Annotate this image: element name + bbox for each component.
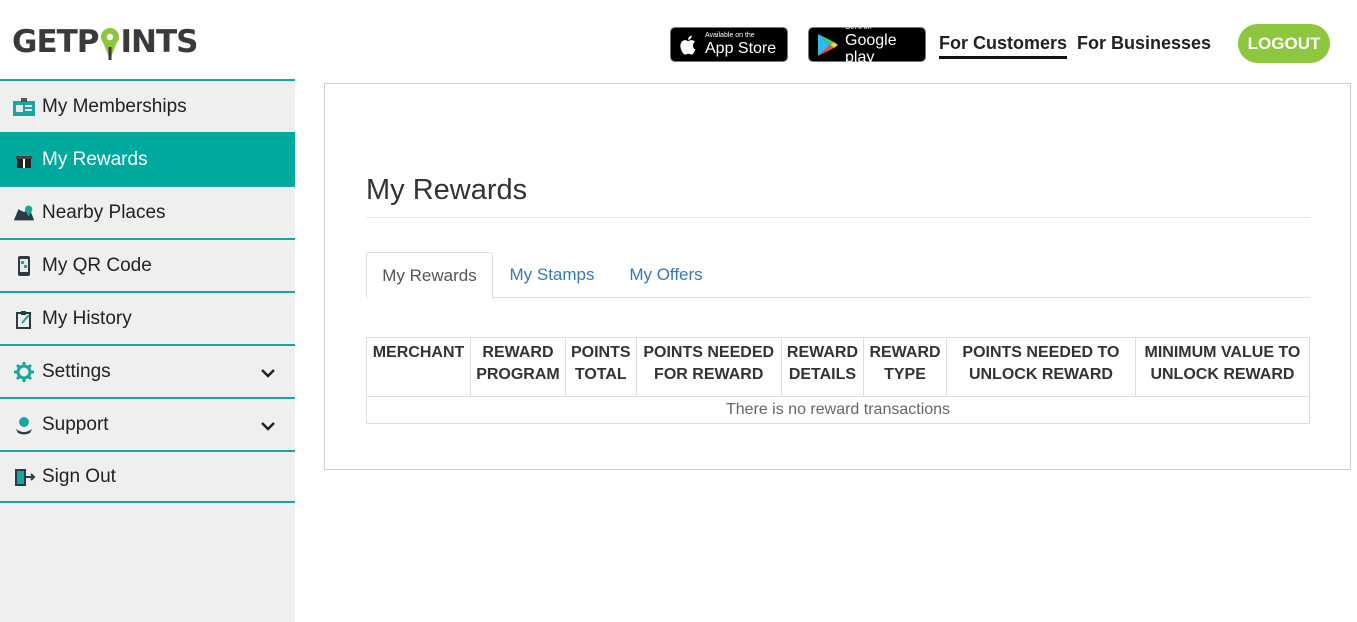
location-pin-icon	[100, 27, 120, 61]
logout-button[interactable]: LOGOUT	[1238, 24, 1330, 63]
sidebar-item-label: Settings	[42, 360, 111, 382]
rewards-table: MERCHANT REWARD PROGRAM POINTS TOTAL POI…	[366, 337, 1311, 424]
sidebar-item-my-memberships[interactable]: My Memberships	[0, 79, 295, 132]
column-header-points-needed-for-reward[interactable]: POINTS NEEDED FOR REWARD	[635, 337, 782, 397]
sidebar-item-settings[interactable]: Settings	[0, 344, 295, 397]
sign-out-icon	[12, 466, 36, 488]
logo-text-start: GETP	[12, 24, 99, 60]
column-header-points-total[interactable]: POINTS TOTAL	[564, 337, 637, 397]
column-header-minimum-value-to-unlock[interactable]: MINIMUM VALUE TO UNLOCK REWARD	[1134, 337, 1311, 397]
membership-card-icon	[12, 96, 36, 118]
page-title: My Rewards	[366, 174, 528, 206]
sidebar-item-label: My History	[42, 307, 132, 329]
clipboard-history-icon	[12, 308, 36, 330]
logo-text-end: INTS	[120, 24, 199, 60]
sidebar-item-label: Sign Out	[42, 465, 116, 487]
sidebar-item-my-history[interactable]: My History	[0, 291, 295, 344]
phone-qr-icon	[12, 255, 36, 277]
sidebar-item-label: My Memberships	[42, 95, 187, 117]
table-header-row: MERCHANT REWARD PROGRAM POINTS TOTAL POI…	[366, 337, 1311, 397]
google-play-small-text: Get it on	[845, 23, 872, 31]
sidebar-item-label: Support	[42, 413, 109, 435]
tab-my-offers[interactable]: My Offers	[611, 252, 721, 298]
tab-my-rewards[interactable]: My Rewards	[366, 252, 493, 299]
nav-for-businesses[interactable]: For Businesses	[1077, 33, 1211, 59]
app-store-small-text: Available on the	[705, 32, 755, 39]
gear-icon	[12, 361, 36, 383]
chevron-down-icon[interactable]	[261, 362, 275, 384]
empty-table-message: There is no reward transactions	[366, 396, 1310, 424]
sidebar-item-my-rewards[interactable]: My Rewards	[0, 132, 295, 185]
google-play-icon	[817, 33, 839, 57]
sidebar-item-my-qr-code[interactable]: My QR Code	[0, 238, 295, 291]
getpoints-logo[interactable]: GETP INTS	[12, 22, 199, 62]
sidebar-item-label: My Rewards	[42, 148, 148, 170]
sidebar-item-label: Nearby Places	[42, 201, 166, 223]
gift-icon	[12, 149, 36, 171]
title-divider	[366, 217, 1310, 218]
column-header-reward-type[interactable]: REWARD TYPE	[863, 337, 947, 397]
apple-icon	[679, 34, 699, 56]
google-play-badge[interactable]: Get it on Google play	[808, 23, 926, 66]
nav-for-customers[interactable]: For Customers	[939, 33, 1068, 59]
rewards-tabs: My Rewards My Stamps My Offers	[366, 252, 1310, 299]
sidebar-item-nearby-places[interactable]: Nearby Places	[0, 185, 295, 238]
sidebar-item-label: My QR Code	[42, 254, 152, 276]
chevron-down-icon[interactable]	[261, 415, 275, 437]
support-icon	[12, 414, 36, 436]
table-row: There is no reward transactions	[366, 396, 1310, 424]
sidebar-item-sign-out[interactable]: Sign Out	[0, 450, 295, 503]
map-icon	[12, 202, 36, 224]
column-header-reward-program[interactable]: REWARD PROGRAM	[469, 337, 566, 397]
sidebar-item-support[interactable]: Support	[0, 397, 295, 450]
column-header-points-needed-to-unlock[interactable]: POINTS NEEDED TO UNLOCK REWARD	[945, 337, 1136, 397]
column-header-reward-details[interactable]: REWARD DETAILS	[780, 337, 865, 397]
top-header: GETP INTS Available on the App Store Get…	[0, 0, 1357, 80]
google-play-big-text: Google play	[845, 31, 897, 66]
sidebar: My Memberships My Rewards Nearby Places …	[0, 79, 295, 622]
main-panel: My Rewards My Rewards My Stamps My Offer…	[324, 83, 1351, 470]
column-header-merchant[interactable]: MERCHANT	[366, 337, 471, 397]
app-store-badge[interactable]: Available on the App Store	[670, 27, 788, 62]
app-store-big-text: App Store	[705, 40, 777, 57]
tab-my-stamps[interactable]: My Stamps	[493, 252, 611, 298]
